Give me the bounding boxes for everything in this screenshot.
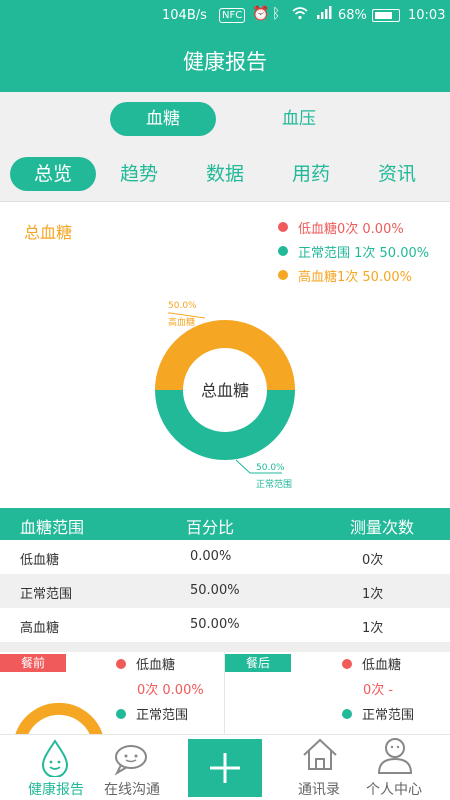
tab-overview[interactable]: 总览 — [10, 157, 96, 191]
table-cell: 高血糖 — [20, 621, 60, 636]
water-drop-icon — [41, 739, 69, 777]
after-meal-low-label: 低血糖 — [362, 658, 402, 673]
nav-personal-center[interactable]: 个人中心 — [349, 735, 439, 800]
after-meal-panel: 餐后 低血糖 0次 - 正常范围 — [225, 652, 450, 734]
nav-label: 个人中心 — [366, 782, 422, 798]
before-meal-normal-label: 正常范围 — [136, 708, 189, 723]
before-meal-low: 低血糖 — [116, 654, 175, 673]
page-title: 健康报告 — [0, 32, 450, 92]
tab-data[interactable]: 数据 — [182, 157, 268, 191]
tab-trend[interactable]: 趋势 — [96, 157, 182, 191]
table-cell: 1次 — [362, 587, 384, 602]
type-switch: 血糖 血压 — [0, 92, 450, 146]
blood-pressure-toggle[interactable]: 血压 — [246, 102, 352, 136]
table-cell: 低血糖 — [20, 553, 60, 568]
blood-sugar-toggle[interactable]: 血糖 — [110, 102, 216, 136]
table-header: 血糖范围 百分比 测量次数 — [0, 508, 450, 540]
normal-dot — [116, 708, 126, 719]
status-bar: 104B/s NFC ⏰ ᛒ 68% 10:03 — [0, 0, 450, 32]
donut-center-label: 总血糖 — [201, 381, 249, 400]
battery-icon — [372, 9, 400, 22]
before-meal-low-value: 0次 0.00% — [137, 683, 204, 698]
low-dot — [116, 658, 126, 669]
plus-icon — [210, 753, 240, 783]
low-dot — [342, 658, 352, 669]
bottom-nav: 健康报告 在线沟通 通讯录 个人中心 — [0, 734, 450, 800]
donut-chart: 总血糖 50.0% 高血糖 50.0% 正常范围 — [155, 301, 295, 490]
table-row: 低血糖 0.00% 0次 — [0, 540, 450, 574]
tab-bar: 总览 趋势 数据 用药 资讯 — [0, 146, 450, 202]
bluetooth-icon: ᛒ — [272, 6, 281, 22]
table-cell: 50.00% — [190, 583, 240, 598]
nav-online-chat[interactable]: 在线沟通 — [87, 735, 177, 800]
after-meal-low: 低血糖 — [342, 654, 401, 673]
column-header-range: 血糖范围 — [20, 518, 85, 537]
section-divider — [0, 642, 450, 652]
home-icon — [303, 738, 337, 770]
signal-icon — [316, 6, 332, 23]
after-meal-tag: 餐后 — [225, 654, 291, 672]
before-meal-donut — [15, 702, 103, 734]
alarm-icon: ⏰ — [252, 6, 270, 22]
table-cell: 50.00% — [190, 617, 240, 632]
nfc-icon: NFC — [219, 8, 246, 23]
callout-pct-normal: 50.0% — [256, 463, 285, 473]
nav-label: 在线沟通 — [104, 782, 160, 798]
before-meal-arc — [15, 702, 103, 734]
table-cell: 1次 — [362, 621, 384, 636]
callout-name-high: 高血糖 — [168, 316, 195, 328]
before-meal-low-label: 低血糖 — [136, 658, 176, 673]
table-cell: 0.00% — [190, 549, 232, 564]
callout-name-normal: 正常范围 — [256, 478, 292, 490]
table-cell: 0次 — [362, 553, 384, 568]
battery-percent: 68% — [338, 8, 367, 23]
after-meal-low-value: 0次 - — [363, 683, 394, 698]
network-speed: 104B/s — [162, 8, 207, 23]
after-meal-normal: 正常范围 — [342, 704, 414, 723]
callout-pct-high: 50.0% — [168, 301, 197, 311]
chat-bubble-icon — [114, 745, 147, 776]
after-meal-normal-label: 正常范围 — [362, 708, 415, 723]
add-record-button[interactable] — [188, 739, 262, 797]
before-meal-tag: 餐前 — [0, 654, 66, 672]
tab-news[interactable]: 资讯 — [354, 157, 440, 191]
column-header-percent: 百分比 — [186, 518, 235, 537]
clock: 10:03 — [408, 8, 446, 23]
normal-dot — [342, 708, 352, 719]
before-meal-panel: 餐前 低血糖 0次 0.00% 正常范围 — [0, 652, 225, 734]
table-row: 正常范围 50.00% 1次 — [0, 574, 450, 608]
column-header-count: 测量次数 — [350, 518, 415, 537]
before-meal-normal: 正常范围 — [116, 704, 188, 723]
user-icon — [377, 738, 413, 774]
table-cell: 正常范围 — [20, 587, 73, 602]
table-row: 高血糖 50.00% 1次 — [0, 608, 450, 642]
summary-card: 总血糖 低血糖0次 0.00% 正常范围 1次 50.00% 高血糖1次 50.… — [0, 203, 450, 508]
wifi-icon — [292, 6, 308, 24]
tab-medication[interactable]: 用药 — [268, 157, 354, 191]
